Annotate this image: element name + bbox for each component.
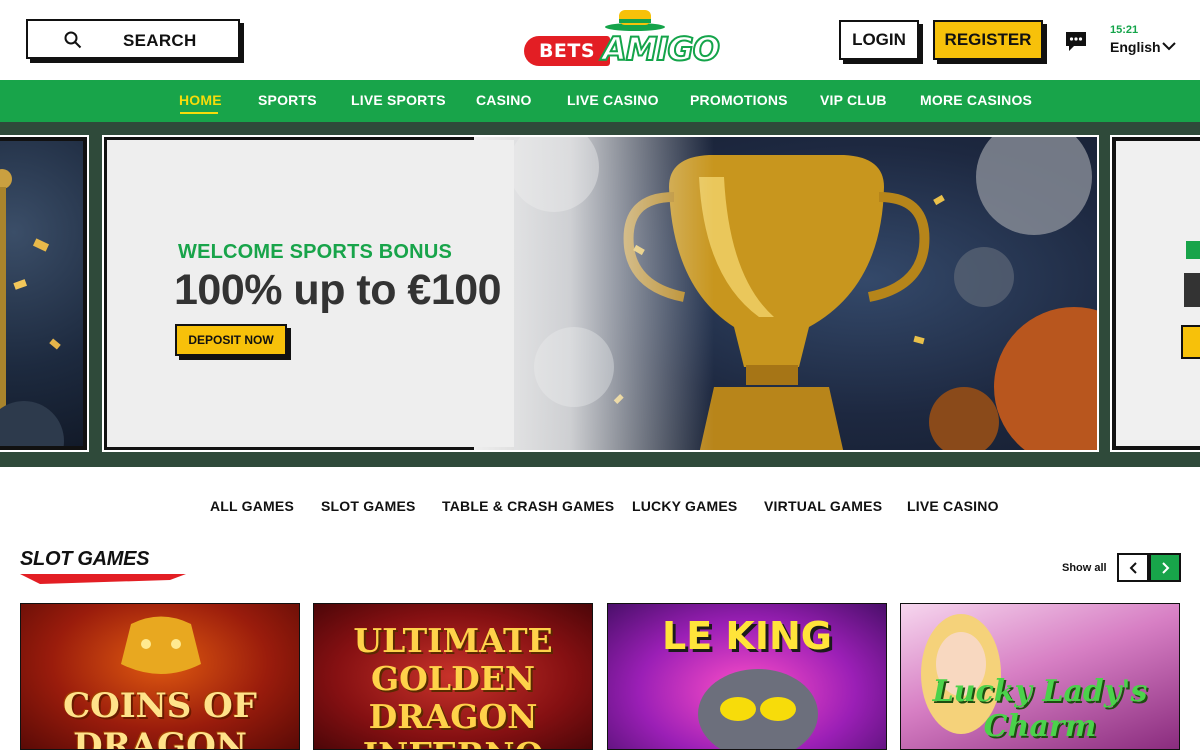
title-swoosh <box>20 574 186 584</box>
previous-slide[interactable] <box>0 135 89 452</box>
slide-fade <box>474 137 714 450</box>
chevron-right-icon <box>1162 562 1170 574</box>
tab-all-games[interactable]: ALL GAMES <box>210 498 294 514</box>
show-all-link[interactable]: Show all <box>1062 562 1107 574</box>
game-title: ULTIMATE GOLDEN DRAGON INFERNO <box>353 621 553 750</box>
nav-item-casino[interactable]: CASINO <box>476 92 532 108</box>
game-title: Lucky Lady's Charm <box>932 674 1148 744</box>
game-title: COINS OF DRAGON <box>63 686 257 750</box>
logo-text-bets: BETS <box>524 36 610 66</box>
main-slide[interactable]: WELCOME SPORTS BONUS 100% up to €100 DEP… <box>102 135 1099 452</box>
game-category-tabs: ALL GAMES SLOT GAMES TABLE & CRASH GAMES… <box>0 467 1200 547</box>
promo-kicker: WELCOME SPORTS BONUS <box>178 241 453 263</box>
promo-headline: 100% up to €100 <box>174 266 502 314</box>
deposit-now-button[interactable]: DEPOSIT NOW <box>175 324 287 356</box>
game-card[interactable]: Lucky Lady's Charm <box>900 603 1180 750</box>
tab-table-crash-games[interactable]: TABLE & CRASH GAMES <box>442 498 614 514</box>
nav-item-more-casinos[interactable]: MORE CASINOS <box>920 92 1032 108</box>
tab-slot-games[interactable]: SLOT GAMES <box>321 498 416 514</box>
next-slide[interactable] <box>1110 135 1200 452</box>
next-slide-art <box>1181 241 1200 359</box>
search-label: SEARCH <box>123 31 197 50</box>
nav-item-sports[interactable]: SPORTS <box>258 92 317 108</box>
nav-item-promotions[interactable]: PROMOTIONS <box>690 92 788 108</box>
tab-virtual-games[interactable]: VIRTUAL GAMES <box>764 498 882 514</box>
language-selector[interactable]: English <box>1110 39 1161 55</box>
game-title: LE KING <box>662 614 832 658</box>
logo-text-amigo: AMIGO <box>601 29 721 69</box>
nav-item-live-sports[interactable]: LIVE SPORTS <box>351 92 446 108</box>
main-nav: HOME SPORTS LIVE SPORTS CASINO LIVE CASI… <box>0 80 1200 122</box>
section-title: SLOT GAMES <box>20 548 150 570</box>
game-card[interactable]: ULTIMATE GOLDEN DRAGON INFERNO <box>313 603 593 750</box>
site-logo[interactable]: BETS AMIGO <box>520 8 721 69</box>
carousel-next-button[interactable] <box>1149 553 1181 582</box>
search-button[interactable]: SEARCH <box>26 19 240 59</box>
chevron-left-icon <box>1129 562 1137 574</box>
carousel-prev-button[interactable] <box>1117 553 1149 582</box>
game-card[interactable]: COINS OF DRAGON <box>20 603 300 750</box>
previous-slide-art <box>0 169 64 446</box>
game-card[interactable]: LE KING <box>607 603 887 750</box>
hero-carousel: WELCOME SPORTS BONUS 100% up to €100 DEP… <box>0 122 1200 467</box>
chevron-down-icon[interactable] <box>1162 41 1176 51</box>
nav-active-underline <box>180 112 218 114</box>
login-button[interactable]: LOGIN <box>839 20 919 60</box>
chat-icon[interactable] <box>1064 30 1088 52</box>
nav-item-home[interactable]: HOME <box>179 92 222 108</box>
sombrero-icon <box>605 10 665 31</box>
register-button[interactable]: REGISTER <box>933 20 1043 60</box>
tab-lucky-games[interactable]: LUCKY GAMES <box>632 498 737 514</box>
site-header: SEARCH BETS AMIGO LOGIN REGISTER 15:21 E… <box>0 0 1200 80</box>
tab-live-casino[interactable]: LIVE CASINO <box>907 498 999 514</box>
current-time: 15:21 <box>1110 24 1139 36</box>
search-icon <box>64 31 82 49</box>
nav-item-vip-club[interactable]: VIP CLUB <box>820 92 887 108</box>
nav-item-live-casino[interactable]: LIVE CASINO <box>567 92 659 108</box>
